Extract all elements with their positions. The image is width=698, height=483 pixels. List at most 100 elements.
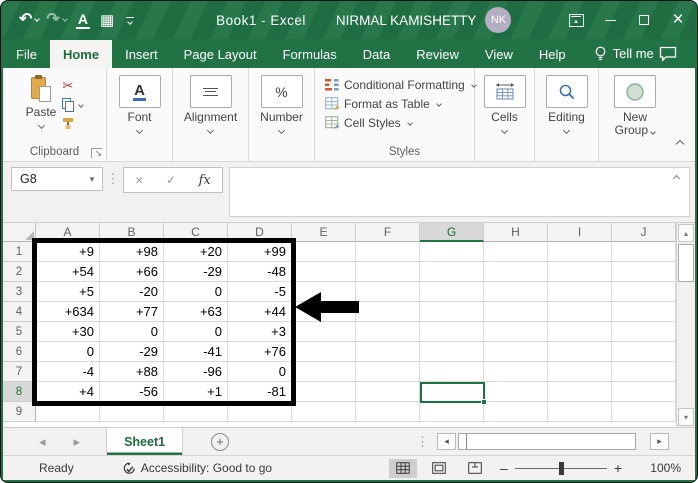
column-header-B[interactable]: B	[100, 223, 164, 242]
paste-button[interactable]: Paste	[26, 76, 57, 131]
insert-function-button[interactable]: fx	[199, 173, 211, 188]
column-header-I[interactable]: I	[548, 223, 612, 242]
format-as-table-button[interactable]: Format as Table	[325, 94, 441, 113]
cell-G5[interactable]	[420, 322, 484, 342]
cell-H2[interactable]	[484, 262, 548, 282]
sheet-tab-sheet1[interactable]: Sheet1	[106, 428, 183, 455]
editing-dropdown-icon[interactable]	[563, 127, 570, 134]
cell-B5[interactable]: 0	[100, 322, 164, 342]
cell-E9[interactable]	[292, 402, 356, 422]
row-header-7[interactable]: 7	[3, 362, 36, 382]
cell-A2[interactable]: +54	[36, 262, 100, 282]
column-header-F[interactable]: F	[356, 223, 420, 242]
tab-view[interactable]: View	[472, 40, 526, 68]
cell-F9[interactable]	[356, 402, 420, 422]
redo-dropdown-icon[interactable]	[62, 16, 68, 22]
cell-J7[interactable]	[612, 362, 676, 382]
zoom-slider[interactable]	[515, 468, 607, 469]
cell-G8[interactable]	[420, 382, 484, 402]
sheet-nav-right-icon[interactable]: ▸	[74, 434, 81, 450]
cell-H8[interactable]	[484, 382, 548, 402]
cell-I3[interactable]	[548, 282, 612, 302]
ribbon-display-options-button[interactable]: ▴	[559, 1, 593, 39]
cell-C8[interactable]: +1	[164, 382, 228, 402]
cell-J5[interactable]	[612, 322, 676, 342]
cell-B7[interactable]: +88	[100, 362, 164, 382]
tab-file[interactable]: File	[3, 40, 50, 68]
cell-E6[interactable]	[292, 342, 356, 362]
cell-D7[interactable]: 0	[228, 362, 292, 382]
copy-dropdown-icon[interactable]	[79, 102, 85, 108]
cell-G7[interactable]	[420, 362, 484, 382]
scroll-right-button[interactable]: ▸	[650, 433, 669, 450]
zoom-level[interactable]: 100%	[635, 461, 681, 475]
close-button[interactable]: ×	[661, 1, 695, 39]
cell-G3[interactable]	[420, 282, 484, 302]
tab-help[interactable]: Help	[526, 40, 579, 68]
scroll-down-button[interactable]: ▾	[678, 408, 694, 426]
select-all-button[interactable]	[3, 223, 36, 242]
number-dropdown-icon[interactable]	[278, 127, 285, 134]
underline-button[interactable]: A	[76, 11, 90, 29]
cell-D5[interactable]: +3	[228, 322, 292, 342]
cell-H3[interactable]	[484, 282, 548, 302]
formula-input[interactable]	[229, 167, 690, 217]
normal-view-button[interactable]	[389, 459, 417, 478]
redo-button[interactable]: ↷	[44, 12, 68, 28]
cell-styles-button[interactable]: Cell Styles	[325, 113, 412, 132]
enter-button[interactable]: ✓	[166, 173, 176, 187]
format-painter-button[interactable]	[62, 116, 83, 131]
cell-A1[interactable]: +9	[36, 242, 100, 262]
add-sheet-button[interactable]: +	[211, 433, 229, 451]
formula-bar-separator[interactable]: ⋮	[103, 167, 123, 191]
borders-button[interactable]: ▦	[100, 11, 114, 29]
alignment-group[interactable]: Alignment	[173, 68, 249, 161]
editing-group[interactable]: Editing	[535, 68, 599, 161]
zoom-out-button[interactable]: –	[493, 460, 515, 476]
page-layout-view-button[interactable]	[425, 459, 453, 478]
tab-data[interactable]: Data	[350, 40, 403, 68]
alignment-dropdown-icon[interactable]	[207, 127, 214, 134]
cell-G1[interactable]	[420, 242, 484, 262]
clipboard-dialog-launcher[interactable]: ↘	[91, 148, 102, 158]
row-header-8[interactable]: 8	[3, 382, 36, 402]
column-header-J[interactable]: J	[612, 223, 676, 242]
row-header-2[interactable]: 2	[3, 262, 36, 282]
paste-dropdown-icon[interactable]	[37, 122, 44, 129]
collapse-formula-bar-icon[interactable]	[673, 175, 680, 182]
cut-button[interactable]: ✂	[62, 78, 83, 93]
cell-A6[interactable]: 0	[36, 342, 100, 362]
cell-C4[interactable]: +63	[164, 302, 228, 322]
cell-B3[interactable]: -20	[100, 282, 164, 302]
cell-C1[interactable]: +20	[164, 242, 228, 262]
cell-C5[interactable]: 0	[164, 322, 228, 342]
cell-E2[interactable]	[292, 262, 356, 282]
cancel-button[interactable]: ×	[135, 172, 143, 188]
column-header-G[interactable]: G	[420, 223, 484, 242]
new-group[interactable]: New Group	[599, 68, 671, 161]
cell-F3[interactable]	[356, 282, 420, 302]
column-header-A[interactable]: A	[36, 223, 100, 242]
cell-A4[interactable]: +634	[36, 302, 100, 322]
tab-insert[interactable]: Insert	[112, 40, 171, 68]
cell-D9[interactable]	[228, 402, 292, 422]
row-header-4[interactable]: 4	[3, 302, 36, 322]
cell-J3[interactable]	[612, 282, 676, 302]
collapse-ribbon-button[interactable]	[677, 134, 683, 152]
cell-C2[interactable]: -29	[164, 262, 228, 282]
cell-G4[interactable]	[420, 302, 484, 322]
cell-C9[interactable]	[164, 402, 228, 422]
cell-B4[interactable]: +77	[100, 302, 164, 322]
cell-J8[interactable]	[612, 382, 676, 402]
cell-F5[interactable]	[356, 322, 420, 342]
cells-group[interactable]: Cells	[475, 68, 535, 161]
cell-D3[interactable]: -5	[228, 282, 292, 302]
name-box[interactable]: G8 ▾	[11, 167, 103, 191]
cell-J4[interactable]	[612, 302, 676, 322]
vertical-scrollbar[interactable]: ▴ ▾	[676, 223, 695, 427]
cell-I2[interactable]	[548, 262, 612, 282]
cell-C7[interactable]: -96	[164, 362, 228, 382]
cell-I4[interactable]	[548, 302, 612, 322]
cell-C6[interactable]: -41	[164, 342, 228, 362]
column-header-H[interactable]: H	[484, 223, 548, 242]
